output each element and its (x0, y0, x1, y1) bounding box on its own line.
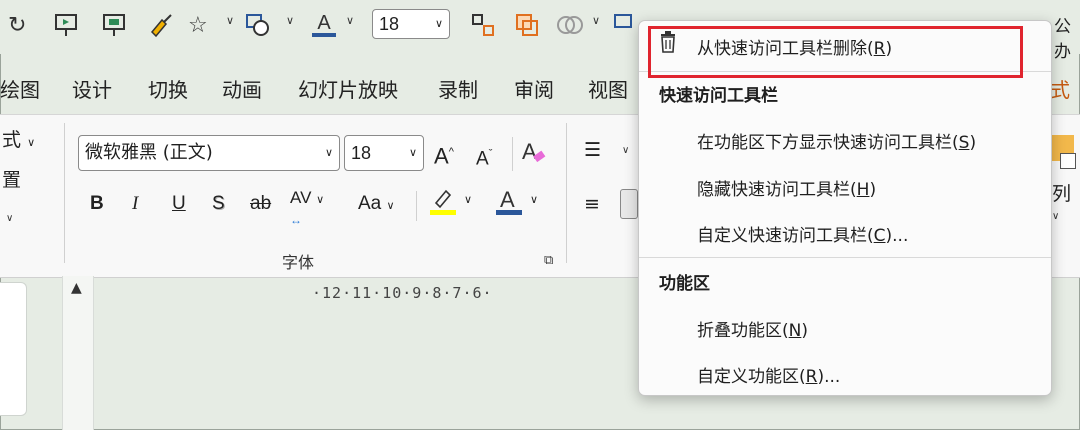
tab-slideshow[interactable]: 幻灯片放映 (298, 72, 398, 108)
chevron-down-icon[interactable]: ∨ (592, 14, 600, 27)
chevron-down-icon: ∨ (530, 193, 539, 206)
shape-fill-icon[interactable] (612, 10, 634, 40)
tab-record[interactable]: 录制 (438, 72, 478, 108)
svg-text:A: A (522, 139, 537, 164)
text-shadow-button[interactable]: S (212, 189, 225, 219)
chevron-down-icon[interactable]: ∨ (6, 213, 13, 224)
arrange-label[interactable]: 列 (1052, 179, 1071, 209)
ribbon-font-color-button[interactable]: A ∨ (494, 185, 538, 226)
repeat-icon[interactable]: ↻ (8, 10, 26, 40)
qat-font-size-select[interactable]: 18 ∨ (372, 9, 450, 39)
chevron-down-icon: ∨ (434, 18, 443, 30)
bullets-icon[interactable]: ☰ (584, 135, 601, 165)
menu-separator (639, 257, 1051, 258)
chevron-down-icon[interactable]: ∨ (226, 14, 234, 27)
tab-animations[interactable]: 动画 (222, 72, 262, 108)
align-left-icon[interactable]: ≡ (584, 189, 600, 219)
chevron-down-icon[interactable]: ∨ (1052, 211, 1059, 222)
menu-item-show-below-ribbon[interactable]: 在功能区下方显示快速访问工具栏(S) (697, 128, 976, 153)
vertical-scrollbar[interactable]: ▲ (62, 276, 94, 430)
bring-forward-icon[interactable] (514, 10, 540, 40)
annotation-highlight-box (648, 26, 1023, 78)
menu-header-qat: 快速访问工具栏 (659, 86, 778, 106)
dialog-launcher-icon[interactable]: ⧉ (544, 253, 553, 268)
scroll-up-icon[interactable]: ▲ (71, 280, 82, 296)
change-case-button[interactable]: Aa ∨ (358, 189, 395, 221)
tab-shape-format[interactable]: 式 (1050, 72, 1070, 108)
group-divider (566, 123, 567, 263)
tab-review[interactable]: 审阅 (514, 72, 554, 108)
chevron-down-icon: ∨ (316, 194, 325, 206)
character-spacing-button[interactable]: AV ↔ ∨ (290, 183, 325, 227)
format-painter-icon[interactable] (148, 10, 174, 40)
chevron-down-icon: ∨ (464, 193, 473, 206)
tab-design[interactable]: 设计 (72, 72, 112, 108)
chevron-down-icon: ∨ (324, 146, 333, 159)
menu-item-collapse-ribbon[interactable]: 折叠功能区(N) (697, 316, 808, 341)
clear-formatting-icon[interactable]: A (520, 137, 548, 176)
font-size-select[interactable]: 18 ∨ (344, 135, 424, 171)
layout-button[interactable]: 式 ∨ (2, 125, 35, 158)
shape-fill-icon[interactable] (244, 10, 272, 40)
spacing-arrows-icon: ↔ (290, 213, 302, 227)
font-color-icon[interactable]: A (312, 10, 336, 40)
menu-header-ribbon: 功能区 (659, 274, 710, 294)
top-right-text: 公办 (1054, 17, 1071, 62)
italic-button[interactable]: I (132, 189, 138, 219)
chevron-down-icon: ∨ (408, 147, 417, 159)
menu-item-customize-qat[interactable]: 自定义快速访问工具栏(C)... (697, 221, 908, 246)
grow-font-button[interactable]: A^ (434, 137, 454, 171)
arrange-icon[interactable] (470, 10, 496, 40)
tab-draw[interactable]: 绘图 (0, 72, 40, 108)
merge-shapes-icon[interactable] (556, 10, 584, 40)
svg-text:A: A (500, 187, 515, 212)
bold-button[interactable]: B (90, 189, 104, 219)
chevron-down-icon[interactable]: ∨ (346, 14, 354, 27)
tab-view[interactable]: 视图 (588, 72, 628, 108)
horizontal-ruler: ·12·11·10·9·8·7·6· (312, 284, 493, 302)
tab-transitions[interactable]: 切换 (148, 72, 188, 108)
underline-button[interactable]: U (172, 189, 186, 219)
slide-thumbnail-pane[interactable] (0, 282, 27, 416)
menu-item-hide-qat[interactable]: 隐藏快速访问工具栏(H) (697, 175, 876, 200)
center-align-button[interactable] (620, 189, 638, 219)
font-name-select[interactable]: 微软雅黑 (正文) ∨ (78, 135, 340, 171)
shrink-font-button[interactable]: Aˇ (476, 139, 492, 174)
present-from-start-icon[interactable] (54, 10, 78, 40)
chevron-down-icon[interactable]: ∨ (622, 145, 629, 156)
shape-outline-swatch[interactable] (1060, 153, 1076, 169)
strikethrough-button[interactable]: ab (250, 189, 271, 219)
shapes-icon[interactable]: ☆ (188, 10, 208, 40)
chevron-down-icon[interactable]: ∨ (286, 14, 294, 27)
divider (416, 191, 417, 221)
present-from-current-icon[interactable] (102, 10, 126, 40)
group-label-font: 字体 (282, 253, 315, 272)
menu-item-customize-ribbon[interactable]: 自定义功能区(R)... (697, 362, 840, 387)
highlight-color-button[interactable]: ∨ (428, 185, 472, 226)
group-divider (64, 123, 65, 263)
divider (512, 137, 513, 171)
reset-button[interactable]: 置 (2, 165, 21, 195)
